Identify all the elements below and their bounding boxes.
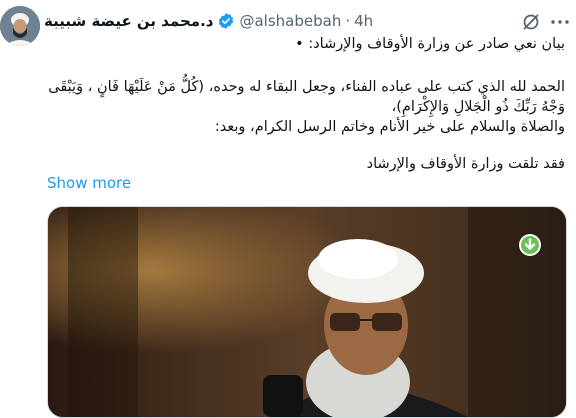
verified-badge-icon bbox=[217, 12, 235, 30]
avatar[interactable] bbox=[0, 6, 40, 46]
separator-dot: · bbox=[345, 12, 351, 30]
tweet-text-line: بيان نعي صادر عن وزارة الأوقاف والإرشاد:… bbox=[295, 36, 565, 52]
tweet-text-line: والصلاة والسلام على خير الأنام وخاتم الر… bbox=[214, 119, 565, 135]
tweet-text-line: فقد تلقت وزارة الأوقاف والإرشاد bbox=[366, 156, 565, 172]
tweet-header: د.محمد بن عيضة شبيبة @alshabebah · 4h bbox=[44, 11, 373, 31]
more-icon[interactable] bbox=[548, 10, 572, 34]
download-arrow-icon[interactable] bbox=[518, 233, 542, 257]
display-name[interactable]: د.محمد بن عيضة شبيبة bbox=[44, 12, 213, 30]
grok-icon[interactable] bbox=[519, 10, 543, 34]
show-more-link[interactable]: Show more bbox=[47, 174, 131, 192]
timestamp[interactable]: 4h bbox=[354, 12, 373, 30]
user-handle[interactable]: @alshabebah bbox=[239, 12, 341, 30]
tweet-media-image[interactable] bbox=[47, 206, 567, 418]
tweet-text-line: وَجْهُ رَبِّكَ ذُو الْجَلالِ وَالإِكْرَا… bbox=[391, 99, 565, 115]
avatar-image bbox=[0, 6, 40, 46]
tweet-text-line: الحمد لله الذي كتب على عباده الفناء، وجع… bbox=[48, 79, 565, 95]
